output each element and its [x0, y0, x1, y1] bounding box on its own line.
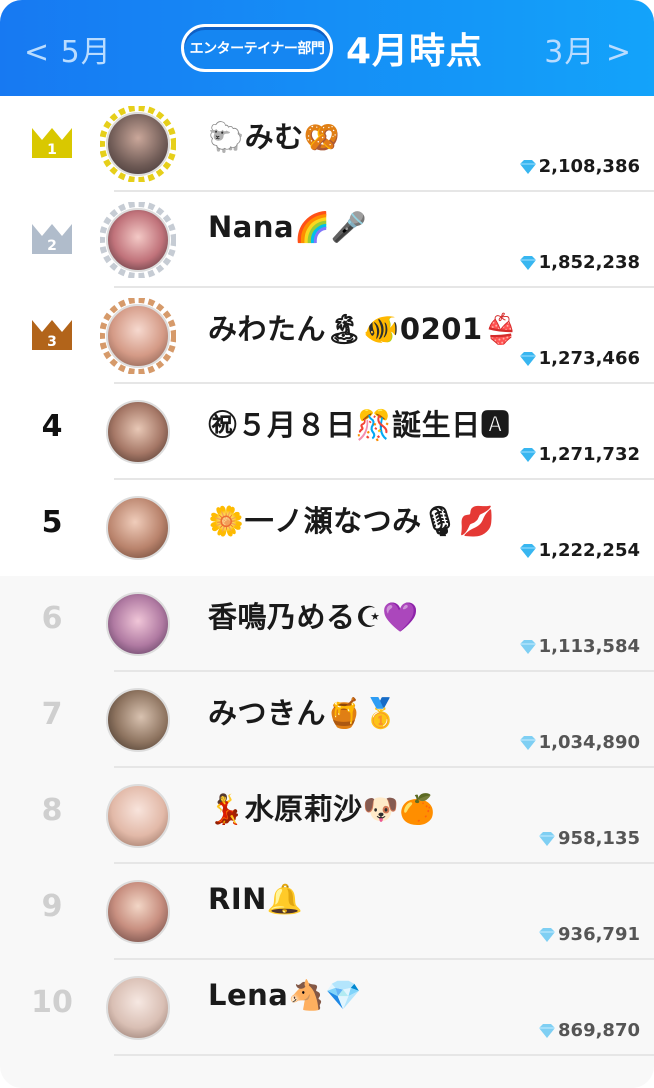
avatar[interactable]: [100, 682, 176, 758]
rank-number: 9: [41, 889, 63, 924]
user-name: 💃水原莉沙🐶🍊: [208, 792, 436, 826]
svg-text:3: 3: [47, 334, 57, 350]
rank-number: 10: [31, 985, 73, 1020]
score-value: 869,870: [558, 1020, 640, 1041]
svg-text:2: 2: [47, 238, 57, 254]
ranking-row[interactable]: 10 Lena🐴💎 869,870: [0, 960, 654, 1056]
user-name: Lena🐴💎: [208, 978, 362, 1012]
diamond-icon: [519, 351, 536, 366]
avatar[interactable]: [100, 586, 176, 662]
avatar[interactable]: [100, 106, 176, 182]
score: 936,791: [538, 924, 640, 945]
ranking-row[interactable]: 4 ㊗５月８日🎊誕生日🅰 1,271,732: [0, 384, 654, 480]
category-label: エンターテイナー部門: [189, 41, 325, 57]
page-title: 4月時点: [346, 31, 484, 72]
avatar[interactable]: [100, 970, 176, 1046]
avatar[interactable]: [100, 202, 176, 278]
score-value: 936,791: [558, 924, 640, 945]
avatar-image: [106, 304, 170, 368]
score: 958,135: [538, 828, 640, 849]
user-name: みわたん🏝🐠0201👙: [208, 312, 520, 346]
score-value: 1,273,466: [538, 348, 640, 369]
user-name: RIN🔔: [208, 882, 304, 916]
avatar[interactable]: [100, 490, 176, 566]
ranking-row[interactable]: 9 RIN🔔 936,791: [0, 864, 654, 960]
ranking-row[interactable]: 5 🌼一ノ瀬なつみ🎙💋 1,222,254: [0, 480, 654, 576]
ranking-row[interactable]: 7 みつきん🍯🥇 1,034,890: [0, 672, 654, 768]
user-name: ㊗５月８日🎊誕生日🅰: [208, 408, 511, 442]
diamond-icon: [519, 543, 536, 558]
diamond-icon: [539, 831, 556, 846]
score: 1,222,254: [519, 540, 640, 561]
rank-number: 8: [41, 793, 63, 828]
user-name: 🐑みむ🥨: [208, 120, 341, 154]
prev-month-button[interactable]: < 5月: [24, 27, 112, 71]
score: 1,271,732: [519, 444, 640, 465]
list-footer-space: [0, 1056, 654, 1088]
score: 869,870: [538, 1020, 640, 1041]
score-value: 2,108,386: [538, 156, 640, 177]
avatar[interactable]: [100, 394, 176, 470]
avatar-image: [106, 976, 170, 1040]
avatar-image: [106, 688, 170, 752]
category-button[interactable]: エンターテイナー部門: [181, 24, 333, 72]
diamond-icon: [519, 447, 536, 462]
score-value: 1,271,732: [538, 444, 640, 465]
score-value: 1,222,254: [538, 540, 640, 561]
score: 2,108,386: [519, 156, 640, 177]
ranking-row[interactable]: 3 みわたん🏝🐠0201👙 1,273,466: [0, 288, 654, 384]
score: 1,852,238: [519, 252, 640, 273]
avatar[interactable]: [100, 298, 176, 374]
diamond-icon: [519, 159, 536, 174]
ranking-row[interactable]: 1 🐑みむ🥨 2,108,386: [0, 96, 654, 192]
bronze-crown-icon: 3: [32, 320, 72, 350]
avatar-image: [106, 208, 170, 272]
avatar-image: [106, 592, 170, 656]
score-value: 1,852,238: [538, 252, 640, 273]
ranking-header: < 5月 エンターテイナー部門 4月時点 3月 >: [0, 0, 654, 96]
ranking-row[interactable]: 8 💃水原莉沙🐶🍊 958,135: [0, 768, 654, 864]
ranking-row[interactable]: 2 Nana🌈🎤 1,852,238: [0, 192, 654, 288]
rank-number: 4: [41, 409, 63, 444]
rank-number: 7: [41, 697, 63, 732]
user-name: 香鳴乃める☪💜: [208, 600, 419, 634]
user-name: 🌼一ノ瀬なつみ🎙💋: [208, 504, 496, 538]
rank-number: 5: [41, 505, 63, 540]
avatar-image: [106, 496, 170, 560]
avatar[interactable]: [100, 874, 176, 950]
avatar-image: [106, 880, 170, 944]
score-value: 1,113,584: [538, 636, 640, 657]
diamond-icon: [519, 735, 536, 750]
score: 1,113,584: [519, 636, 640, 657]
silver-crown-icon: 2: [32, 224, 72, 254]
svg-text:1: 1: [47, 142, 57, 158]
score-value: 1,034,890: [538, 732, 640, 753]
ranking-card: < 5月 エンターテイナー部門 4月時点 3月 > 1 🐑みむ🥨 2,108,3…: [0, 0, 654, 1088]
gold-crown-icon: 1: [32, 128, 72, 158]
user-name: Nana🌈🎤: [208, 210, 368, 244]
avatar-image: [106, 400, 170, 464]
score: 1,034,890: [519, 732, 640, 753]
score: 1,273,466: [519, 348, 640, 369]
diamond-icon: [539, 1023, 556, 1038]
diamond-icon: [539, 927, 556, 942]
avatar-image: [106, 112, 170, 176]
diamond-icon: [519, 639, 536, 654]
score-value: 958,135: [558, 828, 640, 849]
rank-number: 6: [41, 601, 63, 636]
avatar[interactable]: [100, 778, 176, 854]
diamond-icon: [519, 255, 536, 270]
user-name: みつきん🍯🥇: [208, 696, 400, 730]
avatar-image: [106, 784, 170, 848]
next-month-button[interactable]: 3月 >: [544, 27, 632, 71]
ranking-row[interactable]: 6 香鳴乃める☪💜 1,113,584: [0, 576, 654, 672]
